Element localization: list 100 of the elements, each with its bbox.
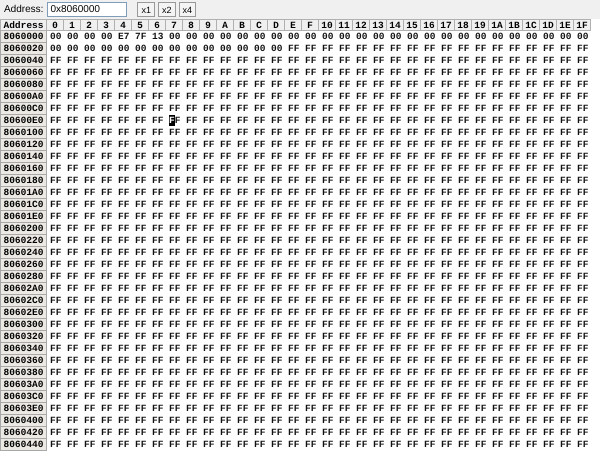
hex-cell[interactable]: FF [64,115,81,127]
hex-cell[interactable]: FF [353,115,370,127]
hex-cell-text: FF [423,271,436,283]
column-header: 1D [540,19,557,31]
hex-cell[interactable]: FF [540,115,557,127]
zoom-button[interactable]: x2 [158,2,176,17]
hex-cell[interactable]: FF [438,115,455,127]
hex-cell-text: FF [151,295,164,307]
hex-cell[interactable]: FF [234,115,251,127]
hex-cell[interactable]: FF [387,115,404,127]
hex-cell-text: 00 [406,31,420,43]
hex-cell-text: FF [185,211,198,223]
hex-cell-text: FF [321,295,334,307]
hex-cell-text: FF [185,151,198,163]
hex-cell[interactable]: FF [302,115,319,127]
hex-cell[interactable]: FF [523,115,540,127]
hex-cell-text: FF [542,199,556,211]
hex-cell-text: FF [542,247,556,259]
hex-cell[interactable]: FF [336,115,353,127]
hex-cell-text: FF [474,283,488,295]
hex-cell[interactable]: FF [217,115,234,127]
hex-cell-text: FF [542,235,556,247]
hex-cell-text: FF [83,163,96,175]
hex-cell[interactable]: FF [166,115,183,127]
address-field[interactable]: 0x8060000 [47,2,128,17]
hex-cell-text: FF [270,331,284,343]
hex-cell-text: FF [287,271,300,283]
hex-cell-text: FF [576,259,590,271]
hex-cell-text: FF [185,247,198,259]
hex-cell-text: FF [355,91,368,103]
hex-cell[interactable]: FF [132,115,149,127]
hex-cell-text: FF [134,283,148,295]
hex-cell-text: FF [304,271,318,283]
hex-cell-text: FF [202,247,216,259]
hex-cell-text: FF [406,43,420,55]
hex-cell-text: FF [338,259,352,271]
hex-cell-text: 00 [117,43,130,55]
hex-cell-text: FF [236,331,250,343]
hex-cell[interactable]: FF [370,115,387,127]
hex-cell-text: FF [66,211,80,223]
hex-cell-text: FF [423,355,436,367]
hex-cell[interactable]: FF [81,115,98,127]
hex-cell-text: FF [525,187,538,199]
hex-cell-text: FF [355,343,368,355]
hex-cell-text: FF [440,199,454,211]
address-cell: 8060140 [0,151,47,163]
hex-cell-text: FF [49,307,62,319]
hex-cell[interactable]: FF [421,115,438,127]
hex-cell[interactable]: FF [251,115,268,127]
column-header: 1F [574,19,591,31]
hex-cell-text: FF [457,175,470,187]
hex-cell[interactable]: FF [506,115,523,127]
hex-cell-text: FF [576,175,590,187]
hex-cell-text: FF [202,403,216,415]
hex-cell[interactable]: FF [149,115,166,127]
hex-cell[interactable]: FF [115,115,132,127]
zoom-button[interactable]: x4 [178,2,196,17]
hex-cell-text: FF [168,295,182,307]
hex-cell-text: FF [457,295,470,307]
hex-cell-text: FF [372,439,386,451]
hex-cell-text: FF [168,91,182,103]
hex-cell-text: FF [287,247,300,259]
hex-cell[interactable]: FF [574,115,591,127]
hex-cell[interactable]: FF [472,115,489,127]
hex-cell[interactable]: FF [455,115,472,127]
hex-cell-text: 00 [287,31,300,43]
hex-cell-text: FF [389,391,402,403]
hex-cell-text: FF [151,103,164,115]
hex-cell[interactable]: FF [404,115,421,127]
column-header: 5 [132,19,149,31]
hex-cell-text: 00 [185,31,198,43]
hex-cell-text: 00 [168,31,182,43]
hex-cell[interactable]: FF [268,115,285,127]
hex-cell[interactable]: FF [47,115,64,127]
hex-cell-text: FF [49,151,62,163]
hex-cell-text: FF [491,283,504,295]
hex-cell-text: FF [134,379,148,391]
zoom-button[interactable]: x1 [137,2,155,17]
hex-cell-text: FF [66,67,80,79]
hex-cell[interactable]: FF [183,115,200,127]
hex-cell-text: FF [134,247,148,259]
hex-cell-text: FF [508,367,522,379]
hex-cell[interactable]: FF [557,115,574,127]
hex-cell[interactable]: FF [319,115,336,127]
hex-cell[interactable]: FF [200,115,217,127]
hex-cell-text: FF [508,79,522,91]
hex-cell-text: FF [168,379,182,391]
hex-cell[interactable]: FF [489,115,506,127]
hex-cell-text: FF [457,379,470,391]
hex-cell-text: FF [559,379,572,391]
hex-cell-text: FF [253,235,266,247]
hex-cell-text: FF [253,427,266,439]
hex-cell-text: FF [559,79,572,91]
hex-cell-text: FF [576,247,590,259]
hex-cell[interactable]: FF [285,115,302,127]
hex-cell-text: FF [406,355,420,367]
hex-cell-text: FF [406,379,420,391]
hex-cell-text: FF [287,151,300,163]
hex-cell-text: FF [491,355,504,367]
hex-cell[interactable]: FF [98,115,115,127]
